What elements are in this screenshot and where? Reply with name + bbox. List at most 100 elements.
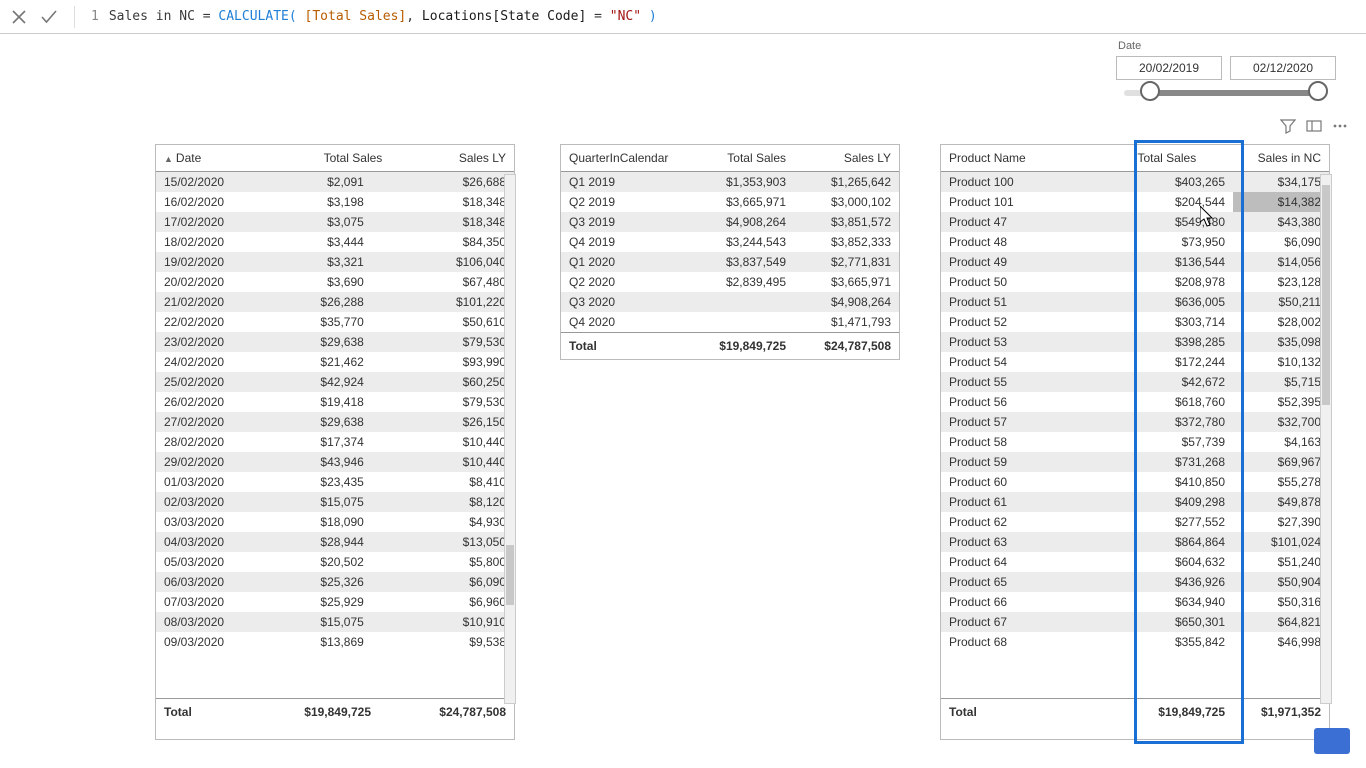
table-row[interactable]: Product 47$549,480$43,380 [941, 212, 1329, 232]
table-row[interactable]: Q1 2020$3,837,549$2,771,831 [561, 252, 899, 272]
visual-header [1280, 118, 1348, 134]
table-row[interactable]: 23/02/2020$29,638$79,530 [156, 332, 514, 352]
quarter-sales-table[interactable]: QuarterInCalendar Total Sales Sales LY Q… [560, 144, 900, 360]
table-row[interactable]: 08/03/2020$15,075$10,910 [156, 612, 514, 632]
table-row[interactable]: Q2 2020$2,839,495$3,665,971 [561, 272, 899, 292]
total-row: Total $19,849,725 $1,971,352 [941, 699, 1329, 726]
formula-text[interactable]: 1 Sales in NC = CALCULATE ( [Total Sales… [91, 9, 657, 24]
table-row[interactable]: Product 49$136,544$14,056 [941, 252, 1329, 272]
col-header-total-sales[interactable]: Total Sales [244, 145, 390, 172]
table-row[interactable]: Product 101$204,544$14,382 [941, 192, 1329, 212]
table-row[interactable]: 17/02/2020$3,075$18,348 [156, 212, 514, 232]
table-row[interactable]: Product 53$398,285$35,098 [941, 332, 1329, 352]
table-row[interactable]: 27/02/2020$29,638$26,150 [156, 412, 514, 432]
table-row[interactable]: 22/02/2020$35,770$50,610 [156, 312, 514, 332]
col-header-sales-ly[interactable]: Sales LY [794, 145, 899, 172]
formula-segment: = [586, 9, 609, 24]
formula-segment: "NC" [610, 9, 641, 24]
formula-segment [297, 9, 305, 24]
date-from-input[interactable]: 20/02/2019 [1116, 56, 1222, 80]
cancel-icon[interactable] [10, 8, 28, 26]
formula-segment: , [406, 9, 422, 24]
table-row[interactable]: 18/02/2020$3,444$84,350 [156, 232, 514, 252]
table-row[interactable]: 21/02/2020$26,288$101,220 [156, 292, 514, 312]
table-row[interactable]: Product 100$403,265$34,175 [941, 172, 1329, 192]
more-options-icon[interactable] [1332, 118, 1348, 134]
corner-badge [1314, 728, 1350, 754]
table-row[interactable]: 28/02/2020$17,374$10,440 [156, 432, 514, 452]
table-row[interactable]: Q3 2020$4,908,264 [561, 292, 899, 312]
table-row[interactable]: 24/02/2020$21,462$93,990 [156, 352, 514, 372]
col-header-quarter[interactable]: QuarterInCalendar [561, 145, 689, 172]
table-row[interactable]: Product 66$634,940$50,316 [941, 592, 1329, 612]
date-slider-track[interactable] [1124, 90, 1328, 96]
table-row[interactable]: Product 64$604,632$51,240 [941, 552, 1329, 572]
formula-bar: 1 Sales in NC = CALCULATE ( [Total Sales… [0, 0, 1366, 34]
table-row[interactable]: 05/03/2020$20,502$5,800 [156, 552, 514, 572]
table-row[interactable]: 03/03/2020$18,090$4,930 [156, 512, 514, 532]
table-row[interactable]: Product 55$42,672$5,715 [941, 372, 1329, 392]
col-header-product-name[interactable]: Product Name [941, 145, 1087, 172]
table-row[interactable]: Product 59$731,268$69,967 [941, 452, 1329, 472]
table-row[interactable]: Product 61$409,298$49,878 [941, 492, 1329, 512]
formula-segment: Locations[State Code] [422, 9, 586, 24]
col-header-date[interactable]: ▲Date [156, 145, 244, 172]
table-row[interactable]: 20/02/2020$3,690$67,480 [156, 272, 514, 292]
commit-icon[interactable] [40, 8, 58, 26]
table-row[interactable]: Product 52$303,714$28,002 [941, 312, 1329, 332]
table-row[interactable]: Product 48$73,950$6,090 [941, 232, 1329, 252]
table-row[interactable]: Q4 2019$3,244,543$3,852,333 [561, 232, 899, 252]
product-sales-table[interactable]: Product Name Total Sales Sales in NC Pro… [940, 144, 1330, 740]
table-row[interactable]: Q1 2019$1,353,903$1,265,642 [561, 172, 899, 193]
table-row[interactable]: 26/02/2020$19,418$79,530 [156, 392, 514, 412]
table-row[interactable]: 02/03/2020$15,075$8,120 [156, 492, 514, 512]
table-row[interactable]: 19/02/2020$3,321$106,040 [156, 252, 514, 272]
focus-mode-icon[interactable] [1306, 118, 1322, 134]
table-row[interactable]: Product 62$277,552$27,390 [941, 512, 1329, 532]
total-row: Total $19,849,725 $24,787,508 [561, 333, 899, 360]
table-row[interactable]: Product 60$410,850$55,278 [941, 472, 1329, 492]
col-header-total-sales[interactable]: Total Sales [1087, 145, 1204, 172]
table-row[interactable]: Q2 2019$3,665,971$3,000,102 [561, 192, 899, 212]
table-row[interactable]: Product 57$372,780$32,700 [941, 412, 1329, 432]
table-row[interactable]: Product 68$355,842$46,998 [941, 632, 1329, 652]
table-row[interactable]: Product 63$864,864$101,024 [941, 532, 1329, 552]
date-slider-handle-from[interactable] [1140, 81, 1160, 101]
formula-segment: CALCULATE [218, 9, 288, 24]
divider [74, 6, 75, 28]
table-row[interactable]: Product 50$208,978$23,128 [941, 272, 1329, 292]
date-slider-handle-to[interactable] [1308, 81, 1328, 101]
table-row[interactable]: Q4 2020$1,471,793 [561, 312, 899, 333]
date-slicer-label: Date [1116, 40, 1336, 52]
table-row[interactable]: Product 54$172,244$10,132 [941, 352, 1329, 372]
table-row[interactable]: 01/03/2020$23,435$8,410 [156, 472, 514, 492]
table-row[interactable]: 16/02/2020$3,198$18,348 [156, 192, 514, 212]
table-row[interactable]: Q3 2019$4,908,264$3,851,572 [561, 212, 899, 232]
table-row[interactable]: 09/03/2020$13,869$9,538 [156, 632, 514, 652]
formula-segment: = [203, 9, 219, 24]
date-to-input[interactable]: 02/12/2020 [1230, 56, 1336, 80]
formula-segment: [Total Sales] [305, 9, 407, 24]
col-header-sales-in-nc[interactable]: Sales in NC [1204, 145, 1329, 172]
scrollbar[interactable] [504, 174, 516, 704]
scrollbar[interactable] [1320, 174, 1332, 704]
table-row[interactable]: Product 67$650,301$64,821 [941, 612, 1329, 632]
table-row[interactable]: 29/02/2020$43,946$10,440 [156, 452, 514, 472]
table-row[interactable]: Product 58$57,739$4,163 [941, 432, 1329, 452]
report-canvas: Date 20/02/2019 02/12/2020 ▲Date To [0, 34, 1366, 768]
filter-icon[interactable] [1280, 118, 1296, 134]
table-row[interactable]: Product 51$636,005$50,211 [941, 292, 1329, 312]
date-slicer[interactable]: Date 20/02/2019 02/12/2020 [1116, 40, 1336, 96]
table-row[interactable]: 04/03/2020$28,944$13,050 [156, 532, 514, 552]
table-row[interactable]: 06/03/2020$25,326$6,090 [156, 572, 514, 592]
table-row[interactable]: 15/02/2020$2,091$26,688 [156, 172, 514, 192]
col-header-total-sales[interactable]: Total Sales [689, 145, 794, 172]
col-header-sales-ly[interactable]: Sales LY [390, 145, 514, 172]
table-row[interactable]: 07/03/2020$25,929$6,960 [156, 592, 514, 612]
total-row: Total $19,849,725 $24,787,508 [156, 699, 514, 726]
formula-segment [641, 9, 649, 24]
table-row[interactable]: Product 56$618,760$52,395 [941, 392, 1329, 412]
table-row[interactable]: 25/02/2020$42,924$60,250 [156, 372, 514, 392]
daily-sales-table[interactable]: ▲Date Total Sales Sales LY 15/02/2020$2,… [155, 144, 515, 740]
table-row[interactable]: Product 65$436,926$50,904 [941, 572, 1329, 592]
